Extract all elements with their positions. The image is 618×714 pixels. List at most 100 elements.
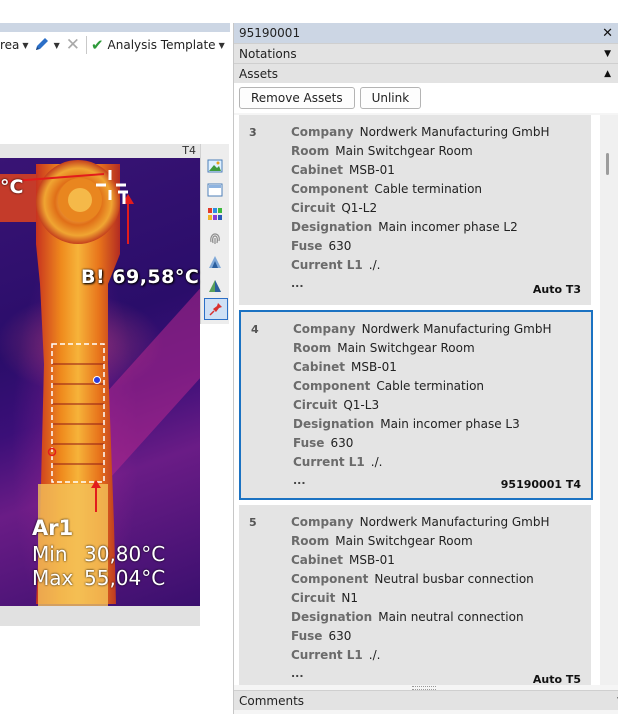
asset-field: Cabinet MSB-01 [291, 163, 395, 177]
asset-field: Component Cable termination [293, 379, 484, 393]
asset-field-key: Designation [291, 610, 373, 624]
comments-section-header[interactable]: Comments ▼ [234, 690, 618, 710]
checkmark-icon: ✔ [90, 36, 104, 54]
analysis-icon[interactable] [204, 276, 226, 296]
asset-field-value: N1 [341, 591, 358, 605]
area-rectangle[interactable] [51, 343, 105, 483]
editor-toolbar: rea ▼ ▼ ✕ ✔ Analysis Template ▼ [0, 32, 230, 58]
asset-field: Current L1 ./. [291, 648, 380, 662]
asset-image-link: 95190001 T4 [500, 478, 581, 491]
asset-field-value: Nordwerk Manufacturing GmbH [361, 322, 552, 336]
asset-number: 5 [249, 516, 257, 529]
asset-card[interactable]: 5 Company Nordwerk Manufacturing GmbH Room M… [239, 505, 591, 685]
asset-field: Room Main Switchgear Room [293, 341, 475, 355]
chevron-up-icon: ▲ [604, 68, 611, 79]
close-icon[interactable]: ✕ [602, 26, 613, 41]
asset-field-value: 630 [328, 629, 352, 643]
chevron-down-icon: ▼ [22, 40, 29, 50]
assets-section-header[interactable]: Assets ▲ [234, 63, 618, 83]
area-dropdown-label: rea [0, 38, 20, 52]
pen-dropdown[interactable]: ▼ [33, 34, 64, 56]
asset-field-key: Designation [291, 220, 373, 234]
asset-field-key: Circuit [293, 398, 338, 412]
window-icon[interactable] [204, 180, 226, 200]
unlink-button[interactable]: Unlink [359, 87, 422, 109]
asset-field-key: Company [293, 322, 356, 336]
palette-icon[interactable] [204, 204, 226, 224]
asset-image-link: Auto T5 [532, 673, 581, 685]
asset-field: Cabinet MSB-01 [291, 553, 395, 567]
thermal-image[interactable] [0, 144, 200, 606]
area-cold-marker [93, 376, 101, 384]
notations-section-header[interactable]: Notations ▼ [234, 43, 618, 63]
asset-field: Current L1 ./. [293, 455, 382, 469]
asset-field-value: Nordwerk Manufacturing GmbH [359, 515, 550, 529]
delete-icon[interactable]: ✕ [66, 36, 80, 54]
asset-field: Fuse 630 [293, 436, 353, 450]
fingerprint-icon[interactable] [204, 228, 226, 248]
asset-field-key: Cabinet [293, 360, 346, 374]
asset-field: Circuit N1 [291, 591, 358, 605]
image-side-toolbar [200, 144, 229, 324]
asset-more: ... [293, 474, 306, 487]
asset-field-key: Component [293, 379, 371, 393]
asset-field-key: Company [291, 125, 354, 139]
image-tag-strip: T4 [0, 144, 200, 158]
asset-field-value: MSB-01 [351, 360, 397, 374]
area-dropdown[interactable]: rea ▼ [0, 34, 33, 56]
assets-label: Assets [239, 66, 279, 81]
asset-field-key: Component [291, 182, 369, 196]
asset-field-value: Cable termination [376, 379, 485, 393]
panel-title: 95190001 [239, 26, 301, 40]
asset-field: Designation Main incomer phase L2 [291, 220, 518, 234]
asset-list[interactable]: 3 Company Nordwerk Manufacturing GmbH Room M… [234, 115, 602, 685]
asset-field: Designation Main incomer phase L3 [293, 417, 520, 431]
asset-field-value: Main neutral connection [378, 610, 524, 624]
asset-field: Circuit Q1-L3 [293, 398, 379, 412]
asset-field-value: MSB-01 [349, 163, 395, 177]
asset-field: Company Nordwerk Manufacturing GmbH [291, 125, 550, 139]
asset-field: Company Nordwerk Manufacturing GmbH [293, 322, 552, 336]
asset-field-key: Room [291, 534, 330, 548]
asset-field-key: Cabinet [291, 553, 344, 567]
stack-icon[interactable] [204, 252, 226, 272]
asset-field-key: Fuse [291, 629, 323, 643]
image-footer [0, 606, 200, 626]
pin-icon[interactable] [204, 298, 228, 320]
asset-field-key: Current L1 [291, 258, 363, 272]
thermal-editor: rea ▼ ▼ ✕ ✔ Analysis Template ▼ T4 °C B!… [0, 0, 230, 714]
chevron-down-icon: ▼ [218, 40, 225, 50]
asset-field-key: Current L1 [293, 455, 365, 469]
image-icon[interactable] [204, 156, 226, 176]
asset-field-value: Main Switchgear Room [335, 534, 473, 548]
measurement-overlay [0, 170, 134, 512]
remove-assets-button[interactable]: Remove Assets [239, 87, 355, 109]
asset-list-scrollbar[interactable] [600, 115, 618, 685]
asset-field: Circuit Q1-L2 [291, 201, 377, 215]
asset-field-key: Designation [293, 417, 375, 431]
asset-field: Fuse 630 [291, 629, 351, 643]
analysis-template-dropdown[interactable]: ✔ Analysis Template ▼ [91, 34, 229, 56]
panel-title-bar: 95190001 ✕ [234, 23, 618, 43]
asset-field-key: Current L1 [291, 648, 363, 662]
asset-field-key: Cabinet [291, 163, 344, 177]
asset-field-key: Circuit [291, 591, 336, 605]
asset-field-value: Main Switchgear Room [335, 144, 473, 158]
editor-tab-strip [0, 23, 230, 32]
image-tag: T4 [182, 144, 196, 157]
asset-field-key: Room [293, 341, 332, 355]
asset-card[interactable]: 3 Company Nordwerk Manufacturing GmbH Room M… [239, 115, 591, 305]
asset-actions: Remove Assets Unlink [234, 83, 618, 113]
asset-field-key: Circuit [291, 201, 336, 215]
asset-more: ... [291, 277, 304, 290]
asset-card[interactable]: 4 Company Nordwerk Manufacturing GmbH Room M… [239, 310, 593, 500]
properties-panel: 95190001 ✕ Notations ▼ Assets ▲ Remove A… [233, 23, 618, 714]
asset-more: ... [291, 667, 304, 680]
area-min-label: Min [32, 542, 68, 566]
asset-field-value: Q1-L3 [343, 398, 380, 412]
notations-label: Notations [239, 46, 297, 61]
asset-field-key: Room [291, 144, 330, 158]
scrollbar-thumb[interactable] [606, 153, 609, 175]
spot-left-label: °C [0, 176, 24, 198]
area-max-value: 55,04°C [84, 566, 166, 590]
